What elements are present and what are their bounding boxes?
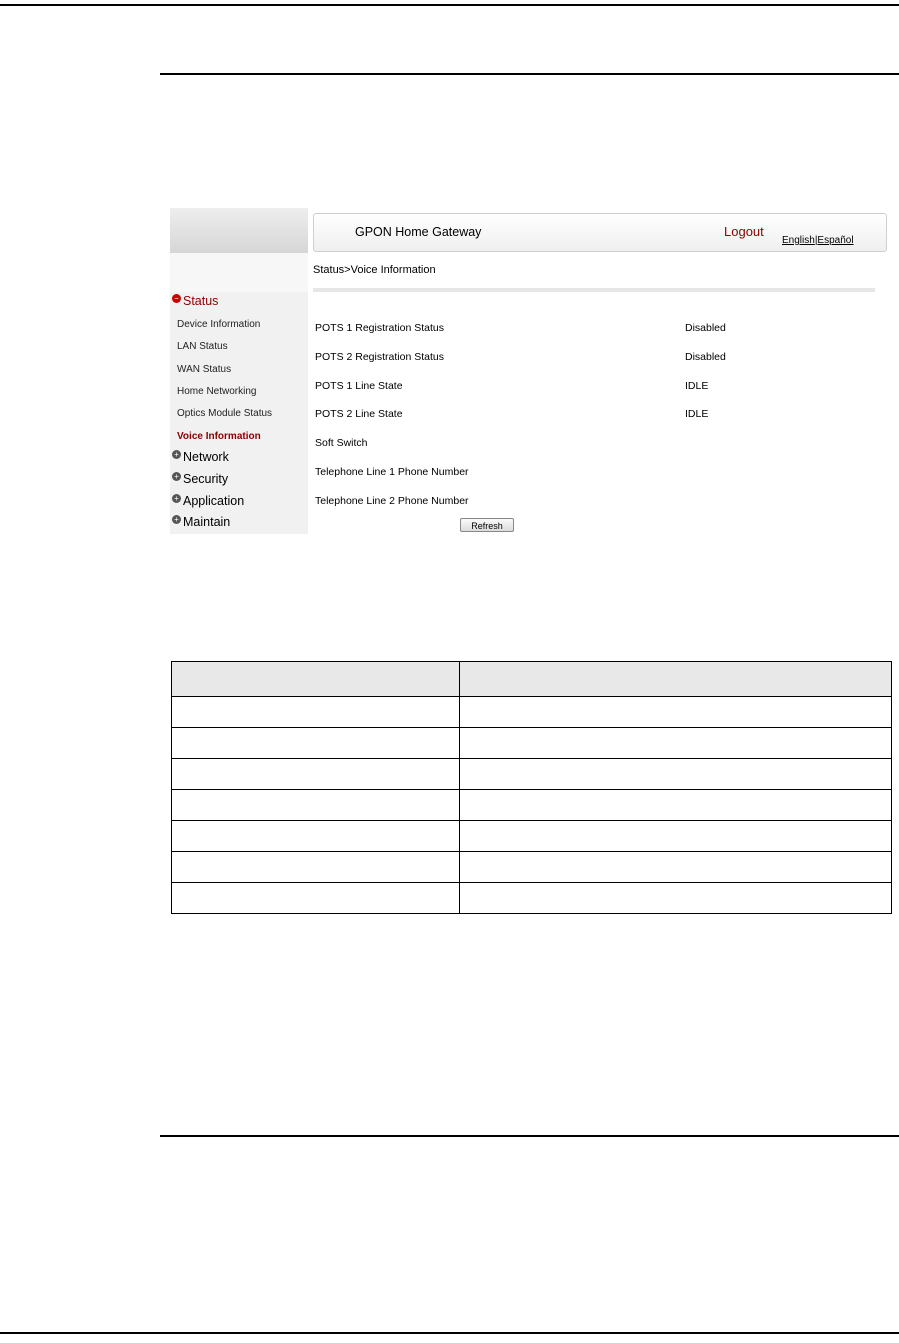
refresh-button[interactable]: Refresh xyxy=(460,518,514,532)
table-cell xyxy=(459,727,892,759)
field-label: POTS 1 Registration Status xyxy=(315,322,444,334)
sidebar-item-home-networking[interactable]: Home Networking xyxy=(177,386,256,397)
table-cell xyxy=(171,727,460,759)
field-value: Disabled xyxy=(685,322,726,334)
table-cell xyxy=(171,789,460,821)
sidebar-section-status[interactable]: − Status xyxy=(172,293,219,308)
table-cell xyxy=(459,820,892,852)
logout-link[interactable]: Logout xyxy=(724,224,764,239)
sidebar-item-device-information[interactable]: Device Information xyxy=(177,319,260,330)
table-row xyxy=(171,696,892,728)
page-top-rule xyxy=(0,4,899,6)
page-bottom-rule xyxy=(0,1332,899,1334)
collapse-icon: − xyxy=(172,293,181,303)
gateway-screenshot: − Status Device Information LAN Status W… xyxy=(170,208,890,536)
top-bar: GPON Home Gateway Logout English|Español xyxy=(313,213,887,252)
language-switcher: English|Español xyxy=(782,235,854,246)
table-cell xyxy=(459,696,892,728)
sidebar-item-wan-status[interactable]: WAN Status xyxy=(177,364,231,375)
sidebar-section-security[interactable]: + Security xyxy=(172,471,229,486)
sidebar-item-lan-status[interactable]: LAN Status xyxy=(177,341,228,352)
field-value: Disabled xyxy=(685,351,726,363)
sidebar-section-label: Status xyxy=(183,294,219,308)
field-label: POTS 2 Registration Status xyxy=(315,351,444,363)
breadcrumb-divider xyxy=(313,288,875,292)
sidebar-header xyxy=(170,208,308,253)
field-label: POTS 2 Line State xyxy=(315,408,403,420)
sidebar-section-maintain[interactable]: + Maintain xyxy=(172,514,231,529)
footer-rule xyxy=(160,1135,899,1137)
expand-icon: + xyxy=(172,471,181,481)
sidebar-section-label: Application xyxy=(183,494,245,508)
expand-icon: + xyxy=(172,514,181,524)
table-header-row xyxy=(171,661,892,697)
table-row xyxy=(171,851,892,883)
table-cell xyxy=(171,820,460,852)
table-row xyxy=(171,820,892,852)
expand-icon: + xyxy=(172,493,181,503)
expand-icon: + xyxy=(172,449,181,459)
table-cell xyxy=(459,851,892,883)
breadcrumb: Status>Voice Information xyxy=(313,264,436,276)
sidebar-section-label: Network xyxy=(183,450,229,464)
sidebar-spacer xyxy=(170,253,308,292)
table-header-cell xyxy=(459,661,892,697)
table-cell xyxy=(171,758,460,790)
field-label: POTS 1 Line State xyxy=(315,380,403,392)
field-label: Telephone Line 1 Phone Number xyxy=(315,466,469,478)
field-value: IDLE xyxy=(685,380,709,392)
table-cell xyxy=(459,758,892,790)
table-header-cell xyxy=(171,661,460,697)
table-row xyxy=(171,789,892,821)
table-cell xyxy=(459,882,892,914)
sidebar-item-voice-information[interactable]: Voice Information xyxy=(177,431,261,442)
table-cell xyxy=(171,851,460,883)
sidebar-section-label: Security xyxy=(183,472,229,486)
field-label: Soft Switch xyxy=(315,437,368,449)
sidebar-section-network[interactable]: + Network xyxy=(172,449,229,464)
table-row xyxy=(171,727,892,759)
header-rule xyxy=(160,73,899,75)
table-row xyxy=(171,758,892,790)
table-row xyxy=(171,882,892,914)
table-cell xyxy=(171,882,460,914)
sidebar-section-label: Maintain xyxy=(183,515,231,529)
sidebar-section-application[interactable]: + Application xyxy=(172,493,245,508)
parameter-table xyxy=(171,661,892,914)
sidebar-item-optics-module-status[interactable]: Optics Module Status xyxy=(177,408,272,419)
field-label: Telephone Line 2 Phone Number xyxy=(315,495,469,507)
table-cell xyxy=(171,696,460,728)
app-title: GPON Home Gateway xyxy=(355,225,482,239)
lang-english-link[interactable]: English xyxy=(782,235,815,246)
field-value: IDLE xyxy=(685,408,709,420)
table-cell xyxy=(459,789,892,821)
lang-espanol-link[interactable]: Español xyxy=(817,235,853,246)
